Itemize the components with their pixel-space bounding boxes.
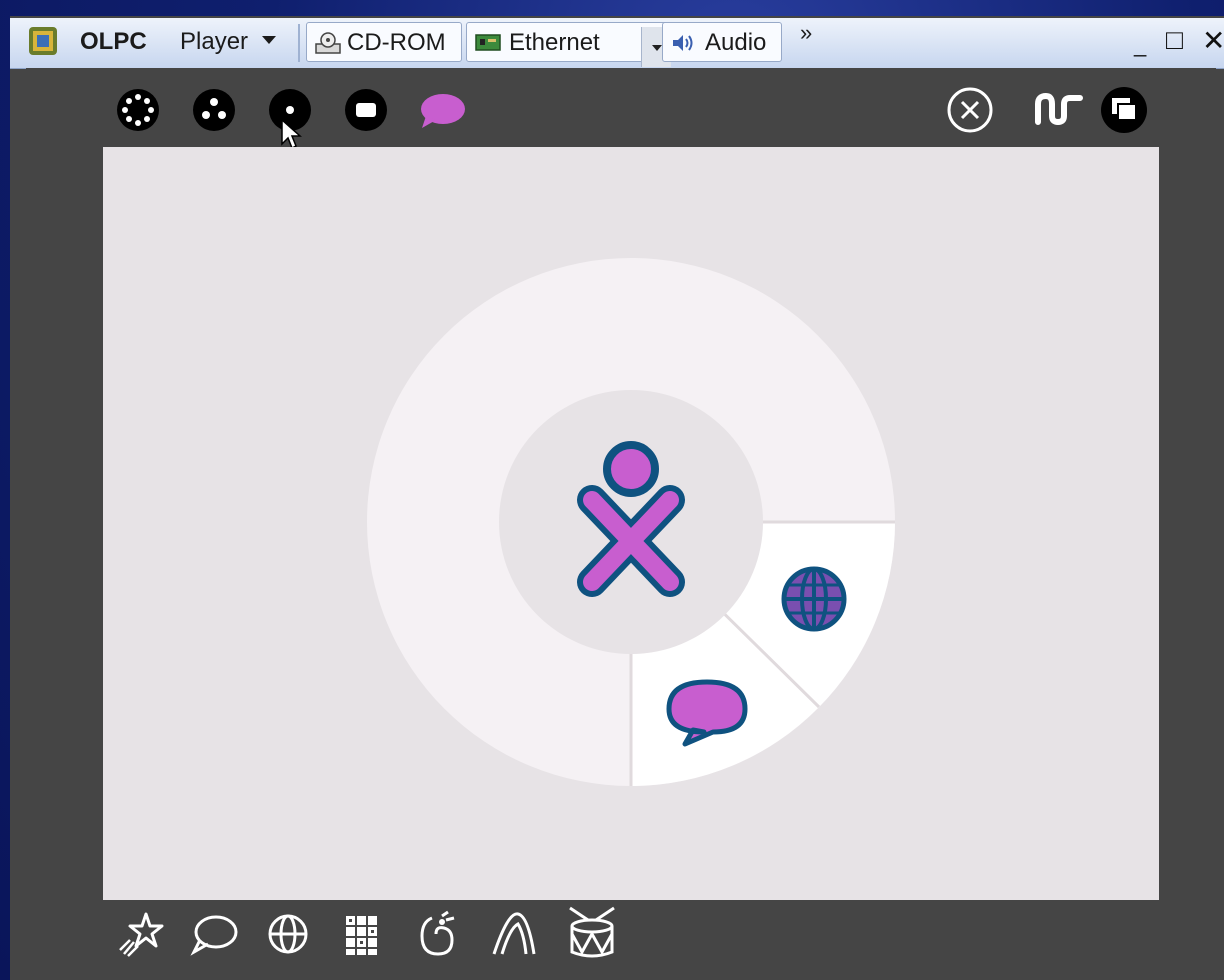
group-view-icon[interactable] bbox=[192, 88, 236, 132]
chevron-down-icon bbox=[652, 45, 662, 51]
star-shooting-icon[interactable] bbox=[116, 908, 168, 960]
neighborhood-view-icon[interactable] bbox=[116, 88, 160, 132]
minimize-button[interactable]: _ bbox=[1134, 32, 1146, 58]
ethernet-device-button[interactable]: Ethernet bbox=[466, 22, 672, 67]
close-circle-icon[interactable] bbox=[946, 86, 994, 134]
audio-device-button[interactable]: Audio bbox=[662, 22, 782, 62]
cdrom-device-button[interactable]: CD-ROM bbox=[306, 22, 462, 62]
audio-label: Audio bbox=[705, 29, 767, 56]
browse-globe-icon[interactable] bbox=[781, 566, 847, 632]
ethernet-label: Ethernet bbox=[509, 29, 600, 56]
vm-toolbar: OLPC Player CD-ROM Ethernet Audio » _ □ … bbox=[10, 18, 1224, 69]
activity-view-icon[interactable] bbox=[344, 88, 388, 132]
window-switch-icon[interactable] bbox=[1100, 86, 1148, 134]
home-view-canvas bbox=[103, 147, 1159, 900]
grid-calc-icon[interactable] bbox=[336, 908, 388, 960]
cdrom-icon bbox=[315, 32, 341, 54]
toolbar-overflow-button[interactable]: » bbox=[800, 20, 812, 46]
player-menu-caret-icon[interactable] bbox=[262, 36, 276, 44]
vm-name-label: OLPC bbox=[80, 28, 147, 55]
cdrom-label: CD-ROM bbox=[347, 29, 446, 56]
paint-triangle-icon[interactable] bbox=[488, 908, 540, 960]
journal-squiggle-icon[interactable] bbox=[1034, 90, 1084, 130]
browse-globe-icon[interactable] bbox=[262, 908, 314, 960]
close-button[interactable]: ✕ bbox=[1202, 24, 1224, 57]
network-card-icon bbox=[475, 34, 501, 51]
tamtam-drum-icon[interactable] bbox=[564, 904, 620, 962]
speaker-icon bbox=[673, 35, 693, 51]
vmware-logo-icon bbox=[29, 27, 57, 55]
activity-ring bbox=[367, 258, 895, 786]
chat-outline-icon[interactable] bbox=[188, 908, 240, 960]
toolbar-separator bbox=[298, 24, 300, 62]
chat-bubble-icon[interactable] bbox=[418, 90, 466, 134]
pippy-snake-icon[interactable] bbox=[412, 908, 464, 960]
maximize-button[interactable]: □ bbox=[1166, 24, 1183, 56]
player-menu[interactable]: Player bbox=[180, 28, 248, 56]
